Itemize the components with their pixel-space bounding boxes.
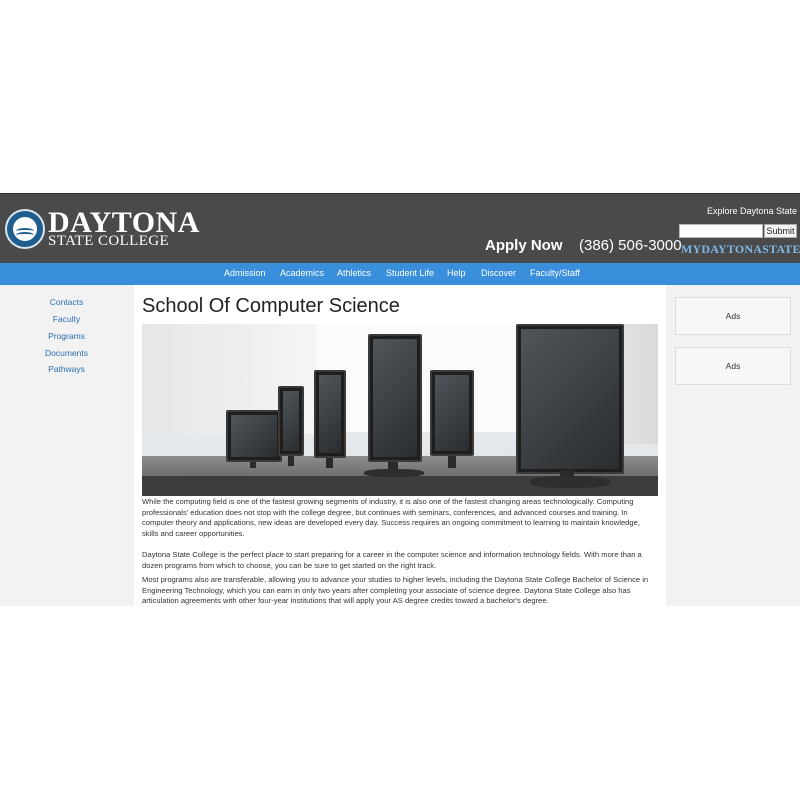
nav-item-admission[interactable]: Admission (224, 268, 266, 278)
nav-item-student-life[interactable]: Student Life (386, 268, 434, 278)
nav-item-athletics[interactable]: Athletics (337, 268, 371, 278)
monitor-icon (226, 410, 282, 462)
monitor-stand (448, 456, 456, 468)
main-content: School Of Computer Science While the com… (134, 285, 666, 606)
sidebar-item-contacts[interactable]: Contacts (0, 297, 133, 307)
monitor-base (364, 469, 424, 477)
monitor-icon (314, 370, 346, 458)
monitor-icon (516, 324, 624, 474)
monitor-icon (278, 386, 304, 456)
monitor-base (530, 476, 610, 488)
left-sidebar: Contacts Faculty Programs Documents Path… (0, 285, 133, 606)
nav-item-discover[interactable]: Discover (481, 268, 516, 278)
sidebar-item-documents[interactable]: Documents (0, 348, 133, 358)
phone-number: (386) 506-3000 (579, 237, 682, 254)
logo-subtitle[interactable]: STATE COLLEGE (48, 234, 169, 249)
page-title: School Of Computer Science (142, 295, 400, 317)
search-submit-button[interactable]: Submit (764, 224, 797, 238)
seal-wave (16, 232, 34, 238)
nav-item-help[interactable]: Help (447, 268, 466, 278)
computer-lab-image (142, 324, 658, 496)
right-sidebar: Ads Ads (667, 285, 800, 606)
sidebar-item-pathways[interactable]: Pathways (0, 364, 133, 374)
page: DAYTONA STATE COLLEGE Apply Now (386) 50… (0, 0, 800, 800)
keyboard (312, 480, 392, 488)
explore-daytona-state-link[interactable]: Explore Daytona State (707, 206, 797, 216)
keyboard (442, 478, 512, 486)
search-input[interactable] (679, 224, 763, 238)
sidebar-item-faculty[interactable]: Faculty (0, 314, 133, 324)
ad-box[interactable]: Ads (675, 347, 791, 385)
monitor-stand (326, 458, 333, 468)
site-header: DAYTONA STATE COLLEGE Apply Now (386) 50… (0, 193, 800, 263)
sidebar-item-programs[interactable]: Programs (0, 331, 133, 341)
nav-item-faculty-staff[interactable]: Faculty/Staff (530, 268, 580, 278)
monitor-stand (288, 456, 294, 466)
nav-item-academics[interactable]: Academics (280, 268, 324, 278)
ad-box[interactable]: Ads (675, 297, 791, 335)
monitor-icon (368, 334, 422, 462)
apply-now-link[interactable]: Apply Now (485, 237, 563, 254)
college-seal-icon[interactable] (5, 209, 45, 249)
mydaytonastate-link[interactable]: MYDAYTONASTATE (681, 242, 800, 257)
monitor-stand (250, 462, 256, 468)
keyboard (182, 476, 252, 484)
main-nav: Admission Academics Athletics Student Li… (0, 263, 800, 285)
body-paragraph: Most programs also are transferable, all… (142, 575, 649, 605)
intro-paragraph: While the computing field is one of the … (142, 497, 640, 538)
body-paragraph: Daytona State College is the perfect pla… (142, 550, 642, 570)
monitor-icon (430, 370, 474, 456)
